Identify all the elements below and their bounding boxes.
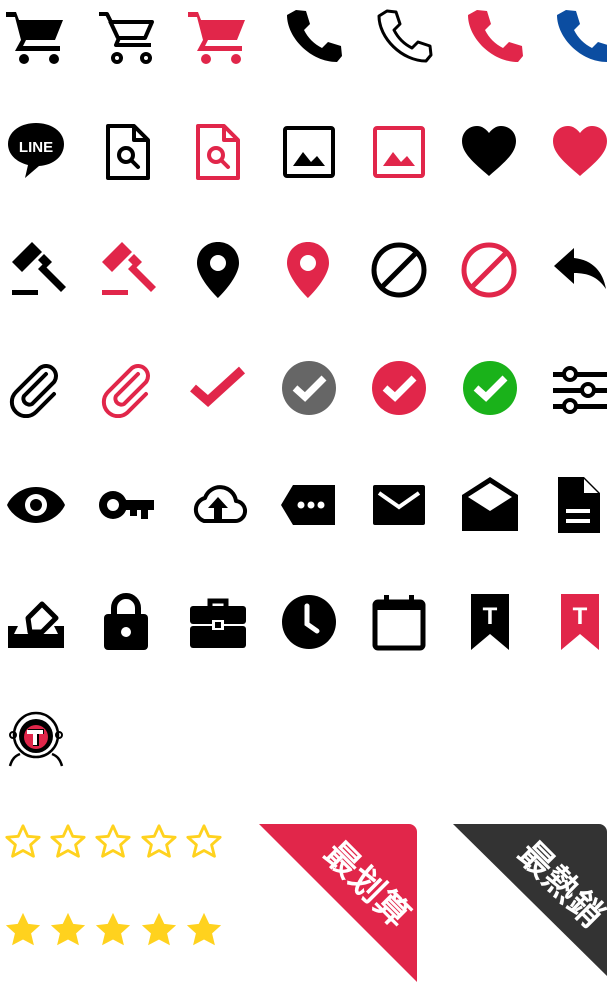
paperclip-icon — [6, 358, 66, 418]
line-logo-text: LINE — [19, 139, 53, 156]
star-outline-icon — [4, 823, 42, 861]
heart-icon — [459, 122, 519, 182]
best-seller-ribbon: 最熱銷 — [453, 824, 607, 984]
calendar-icon — [369, 592, 429, 652]
paperclip-red-icon — [98, 358, 158, 418]
mail-open-icon — [460, 475, 520, 535]
astronaut-logo-icon — [6, 708, 66, 768]
cart-red-icon — [188, 6, 248, 66]
star-filled-icon — [49, 911, 87, 949]
key-icon — [98, 475, 158, 535]
file-search-icon — [98, 122, 158, 182]
star-filled-icon — [4, 911, 42, 949]
map-pin-red-icon — [278, 240, 338, 300]
phone-icon — [283, 6, 343, 66]
best-deal-ribbon: 最划算 — [259, 824, 419, 984]
file-search-red-icon — [188, 122, 248, 182]
eraser-icon — [6, 592, 66, 652]
sliders-icon — [550, 358, 607, 418]
eye-icon — [6, 475, 66, 535]
check-circle-green-icon — [460, 358, 520, 418]
map-pin-icon — [188, 240, 248, 300]
image-red-icon — [369, 122, 429, 182]
cart-outline-icon — [98, 6, 158, 66]
prohibited-icon — [369, 240, 429, 300]
star-outline-icon — [185, 823, 223, 861]
image-icon — [279, 122, 339, 182]
phone-red-icon — [464, 6, 524, 66]
cart-icon — [6, 6, 66, 66]
briefcase-icon — [188, 592, 248, 652]
bookmark-letter: T — [573, 603, 588, 630]
gavel-red-icon — [100, 240, 160, 300]
star-outline-icon — [140, 823, 178, 861]
document-icon — [548, 475, 607, 535]
phone-blue-icon — [553, 6, 607, 66]
bookmark-t-red-icon: T — [549, 592, 607, 652]
clock-icon — [279, 592, 339, 652]
star-filled-icon — [94, 911, 132, 949]
check-circle-red-icon — [369, 358, 429, 418]
line-icon: LINE — [6, 120, 66, 180]
gavel-icon — [10, 240, 70, 300]
phone-outline-icon — [374, 6, 434, 66]
ribbon-label-best-seller: 最熱銷 — [509, 833, 607, 936]
ribbon-label-best-deal: 最划算 — [315, 833, 418, 936]
mail-icon — [369, 475, 429, 535]
heart-red-icon — [550, 122, 607, 182]
lock-icon — [96, 592, 156, 652]
bookmark-t-icon: T — [459, 592, 519, 652]
check-circle-grey-icon — [279, 358, 339, 418]
bookmark-letter: T — [483, 603, 498, 630]
reply-icon — [550, 240, 607, 300]
star-filled-icon — [185, 911, 223, 949]
star-outline-icon — [49, 823, 87, 861]
star-outline-icon — [94, 823, 132, 861]
cloud-upload-icon — [188, 475, 248, 535]
check-red-icon — [188, 358, 248, 418]
prohibited-red-icon — [459, 240, 519, 300]
star-filled-icon — [140, 911, 178, 949]
tag-more-icon — [279, 475, 339, 535]
